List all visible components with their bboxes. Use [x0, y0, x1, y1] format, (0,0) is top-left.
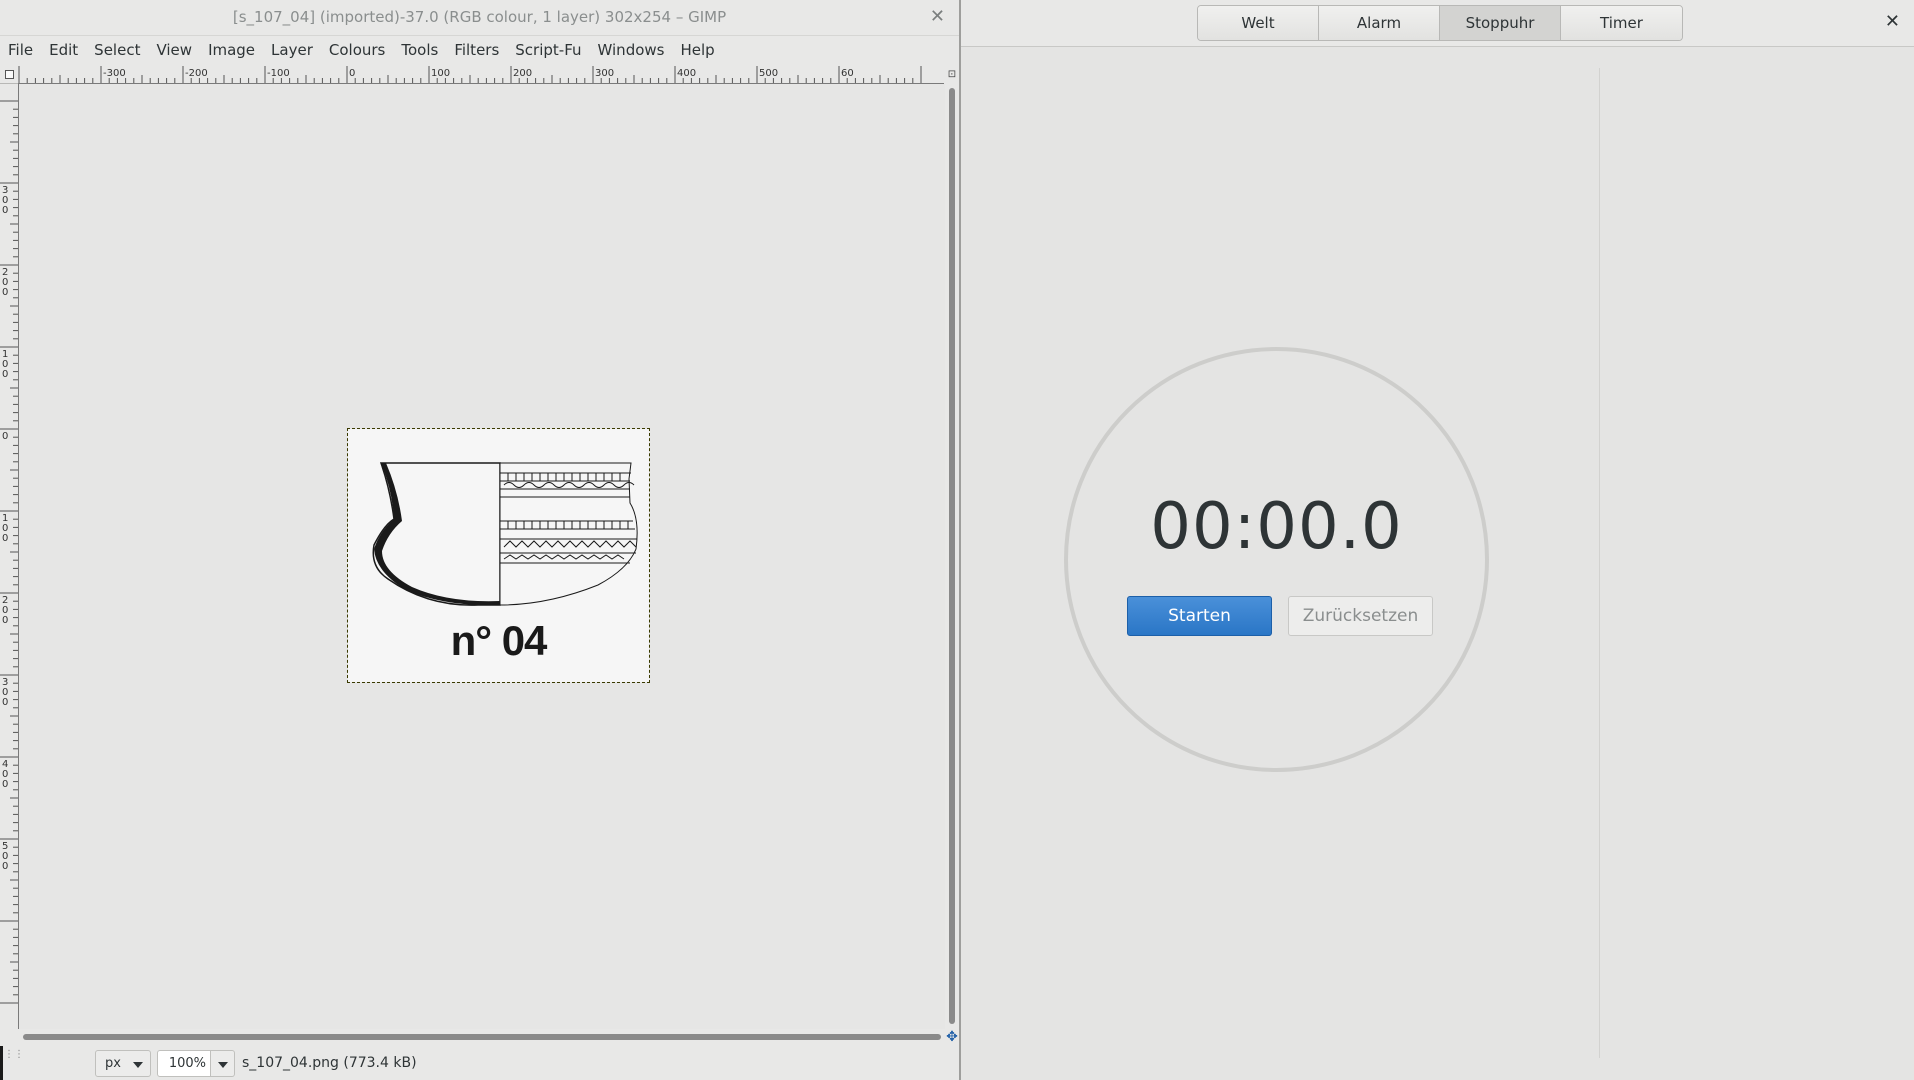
- ruler-label: -100: [267, 68, 290, 79]
- ruler-corner-button[interactable]: [0, 66, 19, 84]
- ruler-label: 100: [431, 68, 450, 79]
- navigate-image-icon[interactable]: ✥: [945, 1030, 959, 1044]
- horizontal-ruler-ticks: -300 -200 -100 0 100 200 300 400 500 60: [18, 66, 922, 83]
- ruler-label: 0: [2, 615, 8, 626]
- image-canvas[interactable]: n° 04: [19, 84, 945, 1029]
- gimp-statusbar: ⋮⋮ px 100% s_107_04.png (773.4 kB): [0, 1046, 959, 1080]
- menu-windows[interactable]: Windows: [590, 37, 673, 64]
- menu-select[interactable]: Select: [86, 37, 148, 64]
- laps-separator: [1599, 68, 1600, 1058]
- tab-alarm[interactable]: Alarm: [1319, 6, 1440, 40]
- horizontal-ruler[interactable]: -300 -200 -100 0 100 200 300 400 500 60: [18, 66, 944, 84]
- chevron-down-icon: [218, 1062, 228, 1068]
- menu-script-fu[interactable]: Script-Fu: [507, 37, 589, 64]
- menu-tools[interactable]: Tools: [393, 37, 446, 64]
- tab-timer[interactable]: Timer: [1561, 6, 1682, 40]
- close-icon[interactable]: ✕: [1885, 11, 1900, 32]
- ruler-label: 0: [2, 779, 8, 790]
- ruler-label: 400: [677, 68, 696, 79]
- menu-help[interactable]: Help: [672, 37, 722, 64]
- ruler-label: 500: [759, 68, 778, 79]
- ruler-label: 60: [841, 68, 854, 79]
- menu-colours[interactable]: Colours: [321, 37, 393, 64]
- ruler-label: -300: [103, 68, 126, 79]
- vertical-scrollbar[interactable]: [945, 84, 959, 1029]
- zoom-input[interactable]: 100%: [157, 1050, 211, 1077]
- unit-value: px: [105, 1056, 121, 1071]
- gimp-menubar: File Edit Select View Image Layer Colour…: [0, 37, 959, 64]
- tab-stoppuhr[interactable]: Stoppuhr: [1440, 6, 1561, 40]
- stopwatch-time: 00:00.0: [1150, 490, 1403, 564]
- ruler-label: 0: [2, 205, 8, 216]
- view-switcher: Welt Alarm Stoppuhr Timer: [1197, 5, 1683, 41]
- horizontal-scrollbar-thumb[interactable]: [23, 1034, 941, 1040]
- start-button[interactable]: Starten: [1127, 596, 1272, 636]
- close-icon[interactable]: ✕: [930, 6, 945, 27]
- image-caption-text: n° 04: [450, 617, 548, 664]
- zoom-dropdown-button[interactable]: [211, 1050, 235, 1077]
- zoom-value: 100%: [168, 1056, 206, 1071]
- menu-image[interactable]: Image: [200, 37, 263, 64]
- ruler-label: 0: [2, 287, 8, 298]
- zoom-image-when-window-size-changes-icon[interactable]: ⊡: [945, 66, 959, 83]
- vertical-ruler-ticks: 3002001000100200300400500: [0, 100, 18, 1004]
- menu-edit[interactable]: Edit: [41, 37, 86, 64]
- quick-mask-toggle-icon[interactable]: ⋮⋮: [4, 1049, 24, 1060]
- clocks-window: Welt Alarm Stoppuhr Timer ✕ 00:00.0 Star…: [961, 0, 1914, 1080]
- tab-welt[interactable]: Welt: [1198, 6, 1319, 40]
- menu-file[interactable]: File: [0, 37, 41, 64]
- gimp-window-title: [s_107_04] (imported)-37.0 (RGB colour, …: [232, 8, 727, 26]
- image-layer[interactable]: n° 04: [347, 428, 650, 683]
- menu-view[interactable]: View: [148, 37, 200, 64]
- horizontal-scrollbar[interactable]: [19, 1030, 945, 1044]
- ruler-label: 0: [2, 369, 8, 380]
- ruler-label: 0: [2, 431, 8, 442]
- ruler-label: 0: [2, 533, 8, 544]
- menu-layer[interactable]: Layer: [263, 37, 321, 64]
- unit-selector[interactable]: px: [95, 1050, 151, 1077]
- ruler-label: 200: [513, 68, 532, 79]
- reset-button: Zurücksetzen: [1288, 596, 1433, 636]
- vertical-ruler[interactable]: 3002001000100200300400500: [0, 84, 19, 1029]
- clocks-headerbar: Welt Alarm Stoppuhr Timer ✕: [961, 0, 1914, 47]
- ruler-label: 300: [595, 68, 614, 79]
- ruler-label: -200: [185, 68, 208, 79]
- gimp-titlebar: [s_107_04] (imported)-37.0 (RGB colour, …: [0, 0, 959, 36]
- chevron-down-icon: [133, 1062, 143, 1068]
- vertical-scrollbar-thumb[interactable]: [949, 88, 955, 1024]
- menu-filters[interactable]: Filters: [446, 37, 507, 64]
- ruler-label: 0: [2, 861, 8, 872]
- gimp-window: [s_107_04] (imported)-37.0 (RGB colour, …: [0, 0, 959, 1080]
- ruler-label: 0: [2, 697, 8, 708]
- left-edge-marker: [0, 1046, 3, 1080]
- file-info-text: s_107_04.png (773.4 kB): [242, 1055, 417, 1071]
- ruler-label: 0: [349, 68, 355, 79]
